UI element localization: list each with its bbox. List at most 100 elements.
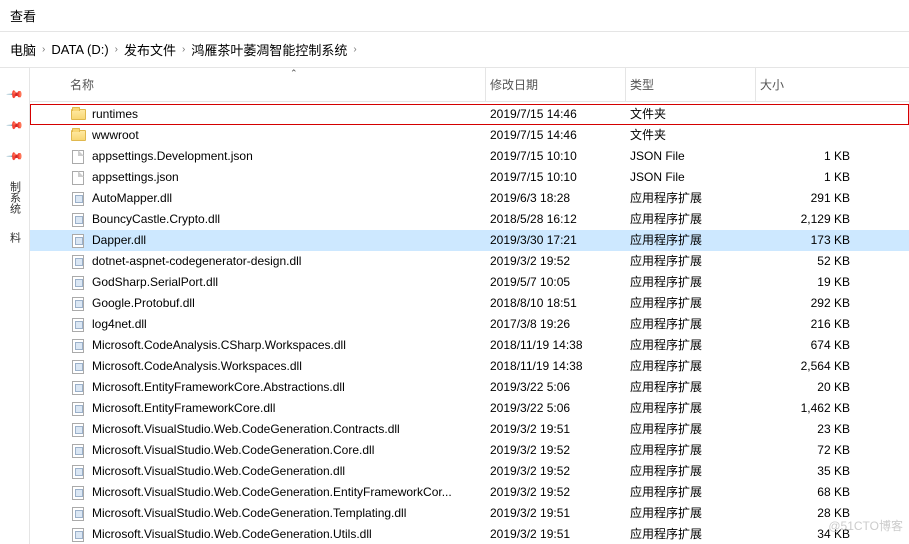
file-type: 应用程序扩展 — [630, 461, 760, 482]
file-size: 292 KB — [760, 293, 870, 314]
file-type: 应用程序扩展 — [630, 482, 760, 503]
file-size: 1 KB — [760, 146, 870, 167]
file-name: runtimes — [92, 104, 138, 125]
dll-icon — [70, 422, 86, 438]
pin-icon[interactable]: 📌 — [5, 85, 24, 104]
file-type: 应用程序扩展 — [630, 188, 760, 209]
dll-icon — [70, 485, 86, 501]
breadcrumb-item[interactable]: 鸿雁茶叶萎凋智能控制系统 — [191, 40, 347, 59]
file-type: 应用程序扩展 — [630, 398, 760, 419]
file-date: 2019/3/2 19:52 — [490, 251, 630, 272]
file-size: 19 KB — [760, 272, 870, 293]
file-date: 2018/8/10 18:51 — [490, 293, 630, 314]
column-name[interactable]: 名称 — [70, 74, 490, 95]
table-row[interactable]: log4net.dll2017/3/8 19:26应用程序扩展216 KB — [30, 314, 909, 335]
table-row[interactable]: Microsoft.VisualStudio.Web.CodeGeneratio… — [30, 482, 909, 503]
watermark: @51CTO博客 — [828, 517, 903, 534]
file-type: 应用程序扩展 — [630, 440, 760, 461]
file-size: 1 KB — [760, 167, 870, 188]
table-row[interactable]: Google.Protobuf.dll2018/8/10 18:51应用程序扩展… — [30, 293, 909, 314]
file-date: 2019/7/15 10:10 — [490, 167, 630, 188]
file-name: Microsoft.CodeAnalysis.Workspaces.dll — [92, 356, 302, 377]
table-row[interactable]: dotnet-aspnet-codegenerator-design.dll20… — [30, 251, 909, 272]
file-size: 72 KB — [760, 440, 870, 461]
table-row[interactable]: Dapper.dll2019/3/30 17:21应用程序扩展173 KB — [30, 230, 909, 251]
file-name: BouncyCastle.Crypto.dll — [92, 209, 220, 230]
pin-icon[interactable]: 📌 — [5, 147, 24, 166]
file-date: 2019/3/22 5:06 — [490, 398, 630, 419]
file-name: Microsoft.VisualStudio.Web.CodeGeneratio… — [92, 524, 372, 544]
table-row[interactable]: Microsoft.EntityFrameworkCore.Abstractio… — [30, 377, 909, 398]
file-type: 应用程序扩展 — [630, 356, 760, 377]
file-name: wwwroot — [92, 125, 139, 146]
table-row[interactable]: Microsoft.VisualStudio.Web.CodeGeneratio… — [30, 419, 909, 440]
breadcrumb-item[interactable]: 发布文件 — [124, 40, 176, 59]
file-name: GodSharp.SerialPort.dll — [92, 272, 218, 293]
table-row[interactable]: appsettings.json2019/7/15 10:10JSON File… — [30, 167, 909, 188]
table-row[interactable]: Microsoft.VisualStudio.Web.CodeGeneratio… — [30, 524, 909, 544]
table-row[interactable]: Microsoft.CodeAnalysis.CSharp.Workspaces… — [30, 335, 909, 356]
file-type: 应用程序扩展 — [630, 293, 760, 314]
table-row[interactable]: Microsoft.VisualStudio.Web.CodeGeneratio… — [30, 440, 909, 461]
breadcrumb-item[interactable]: 电脑 — [10, 40, 36, 59]
breadcrumb[interactable]: 电脑 › DATA (D:) › 发布文件 › 鸿雁茶叶萎凋智能控制系统 › — [0, 32, 909, 68]
dll-icon — [70, 464, 86, 480]
sidebar-label[interactable]: 料 — [7, 232, 23, 243]
file-name: Microsoft.EntityFrameworkCore.Abstractio… — [92, 377, 345, 398]
file-date: 2019/3/2 19:51 — [490, 419, 630, 440]
table-row[interactable]: Microsoft.VisualStudio.Web.CodeGeneratio… — [30, 503, 909, 524]
folder-icon — [70, 128, 86, 144]
sort-caret-icon: ⌃ — [290, 68, 298, 79]
table-row[interactable]: Microsoft.CodeAnalysis.Workspaces.dll 201… — [30, 356, 909, 377]
file-date: 2017/3/8 19:26 — [490, 314, 630, 335]
toolbar-view[interactable]: 查看 — [10, 9, 36, 24]
table-row[interactable]: BouncyCastle.Crypto.dll2018/5/28 16:12应用… — [30, 209, 909, 230]
table-row[interactable]: wwwroot2019/7/15 14:46文件夹 — [30, 125, 909, 146]
file-size: 1,462 KB — [760, 398, 870, 419]
file-date: 2019/7/15 10:10 — [490, 146, 630, 167]
file-list[interactable]: runtimes2019/7/15 14:46文件夹wwwroot2019/7/… — [30, 102, 909, 544]
sidebar: 📌 📌 📌 制系统 料 — [0, 68, 30, 544]
file-icon — [70, 170, 86, 186]
dll-icon — [70, 401, 86, 417]
file-size — [760, 104, 870, 125]
toolbar: 查看 — [0, 0, 909, 32]
dll-icon — [70, 506, 86, 522]
table-row[interactable]: AutoMapper.dll2019/6/3 18:28应用程序扩展291 KB — [30, 188, 909, 209]
breadcrumb-item[interactable]: DATA (D:) — [51, 42, 108, 57]
file-date: 2018/11/19 14:38 — [490, 356, 630, 377]
file-size: 68 KB — [760, 482, 870, 503]
file-type: 应用程序扩展 — [630, 377, 760, 398]
file-size: 35 KB — [760, 461, 870, 482]
file-icon — [70, 149, 86, 165]
file-name: Microsoft.EntityFrameworkCore.dll — [92, 398, 275, 419]
pin-icon[interactable]: 📌 — [5, 116, 24, 135]
file-date: 2019/5/7 10:05 — [490, 272, 630, 293]
file-date: 2019/3/2 19:52 — [490, 440, 630, 461]
file-size: 173 KB — [760, 230, 870, 251]
sidebar-label[interactable]: 制系统 — [7, 181, 23, 214]
dll-icon — [70, 296, 86, 312]
file-name: Microsoft.VisualStudio.Web.CodeGeneratio… — [92, 419, 400, 440]
table-row[interactable]: Microsoft.EntityFrameworkCore.dll 2019/3/… — [30, 398, 909, 419]
column-date[interactable]: 修改日期 — [490, 74, 630, 95]
dll-icon — [70, 275, 86, 291]
column-type[interactable]: 类型 — [630, 74, 760, 95]
column-size[interactable]: 大小 — [760, 74, 870, 95]
file-size: 2,564 KB — [760, 356, 870, 377]
table-row[interactable]: Microsoft.VisualStudio.Web.CodeGeneratio… — [30, 461, 909, 482]
table-row[interactable]: runtimes2019/7/15 14:46文件夹 — [30, 104, 909, 125]
file-date: 2019/7/15 14:46 — [490, 104, 630, 125]
dll-icon — [70, 191, 86, 207]
file-name: appsettings.json — [92, 167, 179, 188]
file-type: JSON File — [630, 146, 760, 167]
file-type: 应用程序扩展 — [630, 503, 760, 524]
chevron-right-icon: › — [353, 44, 356, 55]
chevron-right-icon: › — [182, 44, 185, 55]
file-date: 2018/11/19 14:38 — [490, 335, 630, 356]
file-type: 应用程序扩展 — [630, 314, 760, 335]
dll-icon — [70, 359, 86, 375]
table-row[interactable]: appsettings.Development.json2019/7/15 10… — [30, 146, 909, 167]
table-row[interactable]: GodSharp.SerialPort.dll2019/5/7 10:05应用程… — [30, 272, 909, 293]
file-date: 2019/6/3 18:28 — [490, 188, 630, 209]
